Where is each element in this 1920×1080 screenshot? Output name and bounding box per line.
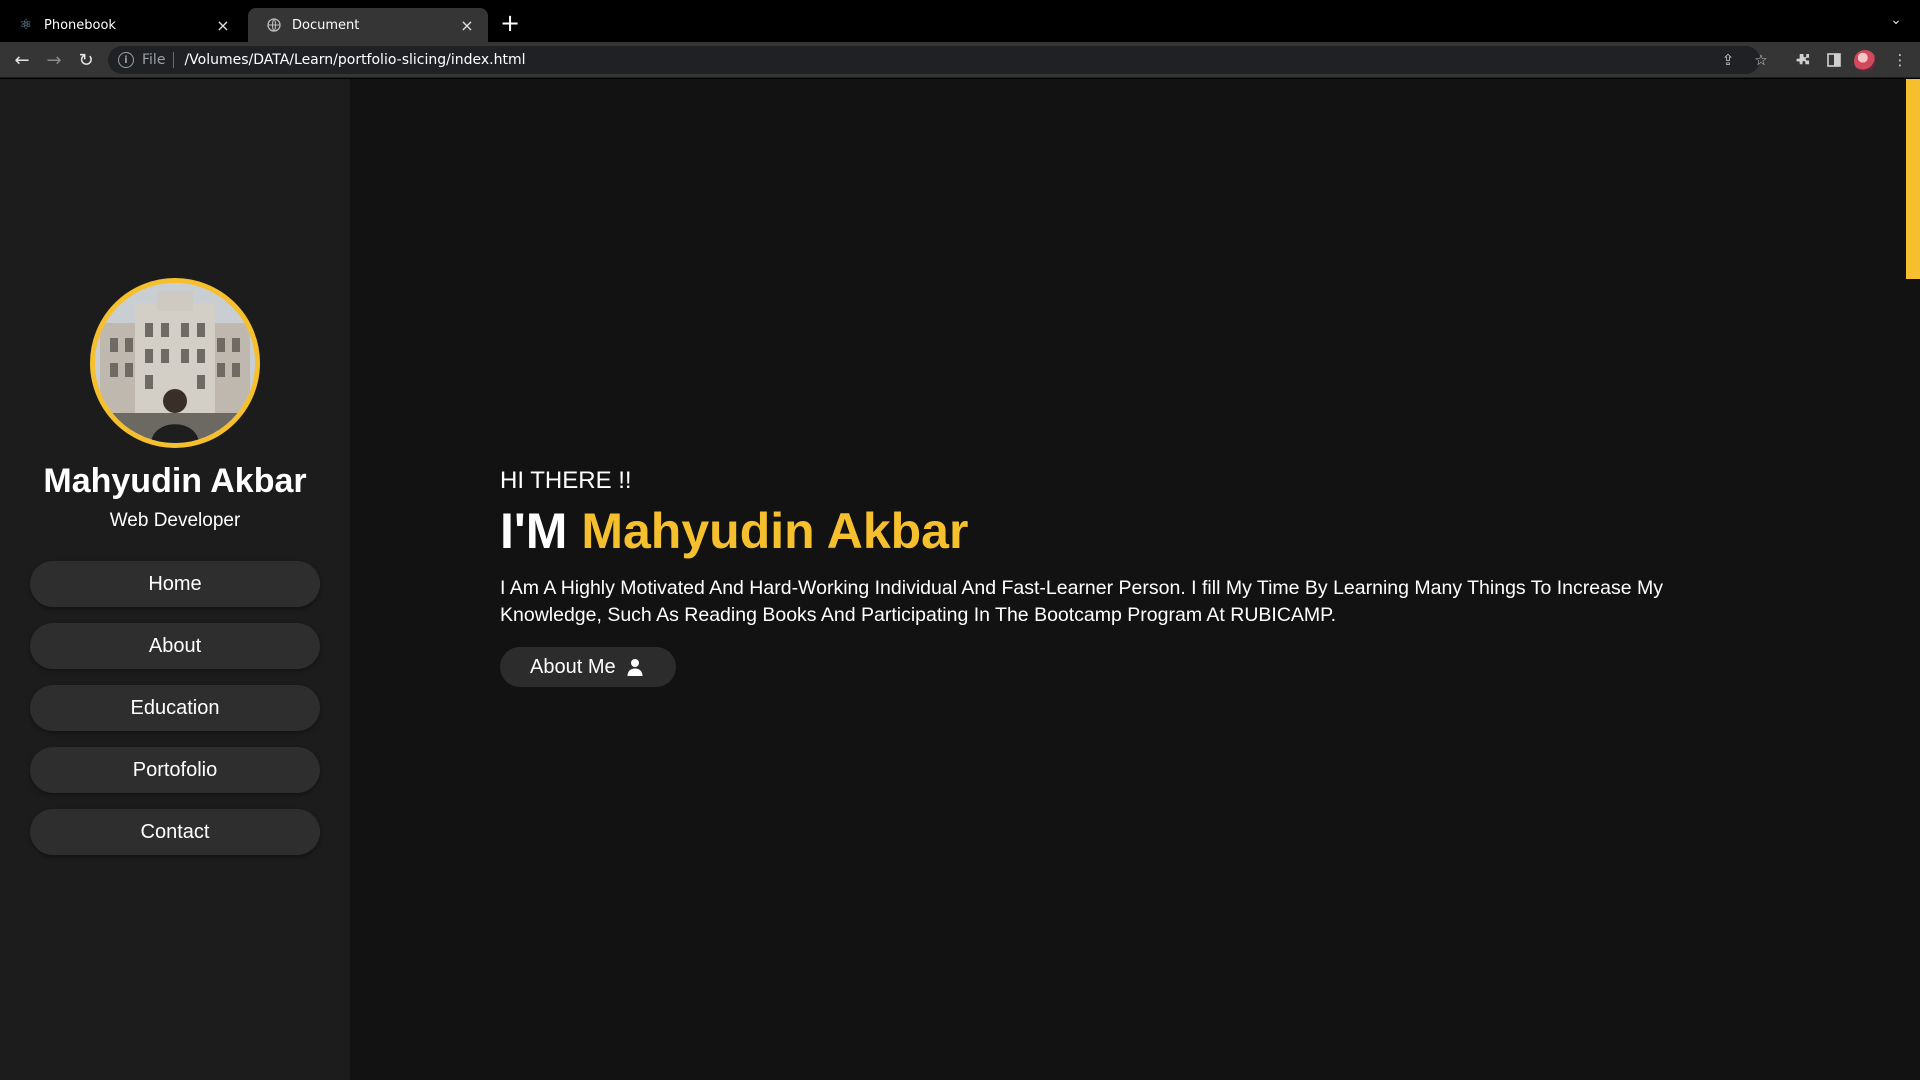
tab-title: Document xyxy=(292,17,360,33)
extensions-puzzle-icon[interactable] xyxy=(1790,48,1814,72)
scheme-label: File xyxy=(142,52,166,68)
hero-greeting: HI THERE !! xyxy=(500,467,632,494)
avatar xyxy=(90,278,260,448)
tab-strip: ⚛ Phonebook × Document × + ⌄ xyxy=(0,0,1920,42)
hero-intro: I'M xyxy=(500,503,568,559)
nav-home[interactable]: Home xyxy=(30,561,320,607)
info-icon[interactable]: i xyxy=(118,52,134,68)
hero-headline: I'M Mahyudin Akbar xyxy=(500,501,1740,561)
tab-document[interactable]: Document × xyxy=(248,8,488,42)
address-bar[interactable]: i File /Volumes/DATA/Learn/portfolio-sli… xyxy=(108,46,1760,74)
share-icon[interactable]: ⇪ xyxy=(1716,48,1740,72)
scrollbar-thumb[interactable] xyxy=(1906,79,1920,279)
more-menu-icon[interactable]: ⋮ xyxy=(1888,48,1912,72)
page-scrollbar[interactable] xyxy=(1906,79,1920,1080)
url-text[interactable]: /Volumes/DATA/Learn/portfolio-slicing/in… xyxy=(184,52,525,68)
about-me-button[interactable]: About Me xyxy=(500,647,676,687)
sidebar: Mahyudin Akbar Web Developer Home About … xyxy=(0,79,350,1080)
back-arrow-icon[interactable]: ← xyxy=(10,48,34,72)
sidebar-nav: Home About Education Portofolio Contact xyxy=(30,561,320,871)
react-icon: ⚛ xyxy=(19,17,33,33)
nav-about[interactable]: About xyxy=(30,623,320,669)
new-tab-button[interactable]: + xyxy=(498,11,522,36)
globe-icon xyxy=(266,17,282,33)
divider xyxy=(173,52,175,68)
close-icon[interactable]: × xyxy=(458,16,476,35)
side-panel-icon[interactable] xyxy=(1822,48,1846,72)
person-icon xyxy=(627,659,643,676)
profile-name: Mahyudin Akbar xyxy=(43,462,307,500)
nav-education[interactable]: Education xyxy=(30,685,320,731)
page: Mahyudin Akbar Web Developer Home About … xyxy=(0,79,1920,1080)
browser-toolbar: ← → ↻ i File /Volumes/DATA/Learn/portfol… xyxy=(0,42,1920,78)
about-me-label: About Me xyxy=(530,655,616,678)
forward-arrow-icon[interactable]: → xyxy=(42,48,66,72)
profile-role: Web Developer xyxy=(109,510,241,531)
tab-search-chevron-icon[interactable]: ⌄ xyxy=(1886,12,1906,32)
profile-avatar[interactable] xyxy=(1854,50,1876,72)
hero-name: Mahyudin Akbar xyxy=(581,503,969,559)
tab-title: Phonebook xyxy=(44,17,116,33)
nav-contact[interactable]: Contact xyxy=(30,809,320,855)
nav-portofolio[interactable]: Portofolio xyxy=(30,747,320,793)
bookmark-star-icon[interactable]: ☆ xyxy=(1749,48,1773,72)
hero-section: HI THERE !! I'M Mahyudin Akbar I Am A Hi… xyxy=(500,467,1740,687)
hero-description: I Am A Highly Motivated And Hard-Working… xyxy=(500,577,1663,626)
reload-icon[interactable]: ↻ xyxy=(74,48,98,72)
tab-phonebook[interactable]: ⚛ Phonebook × xyxy=(0,8,244,42)
close-icon[interactable]: × xyxy=(214,16,232,35)
